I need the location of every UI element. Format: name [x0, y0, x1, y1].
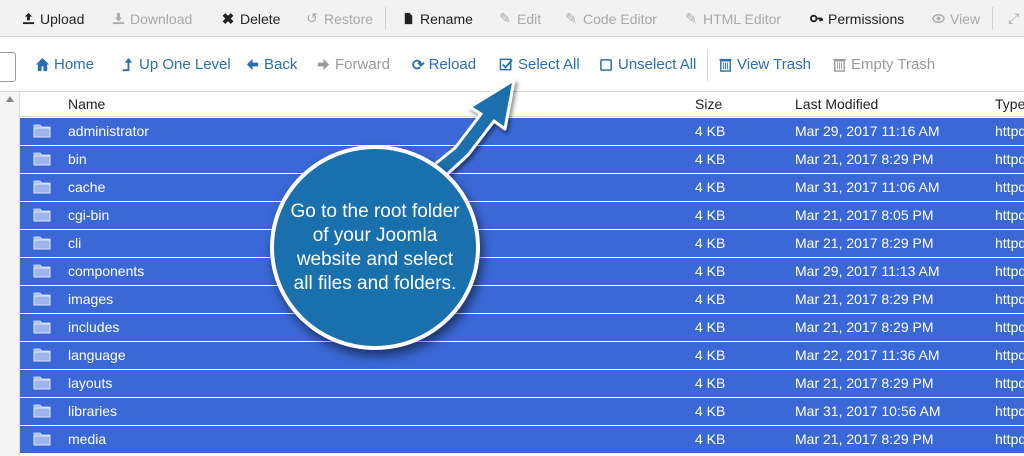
callout-bubble: Go to the root folder of your Joomla web… — [270, 145, 480, 350]
callout-arrow — [428, 78, 516, 180]
callout-text: Go to the root folder of your Joomla web… — [290, 200, 460, 294]
